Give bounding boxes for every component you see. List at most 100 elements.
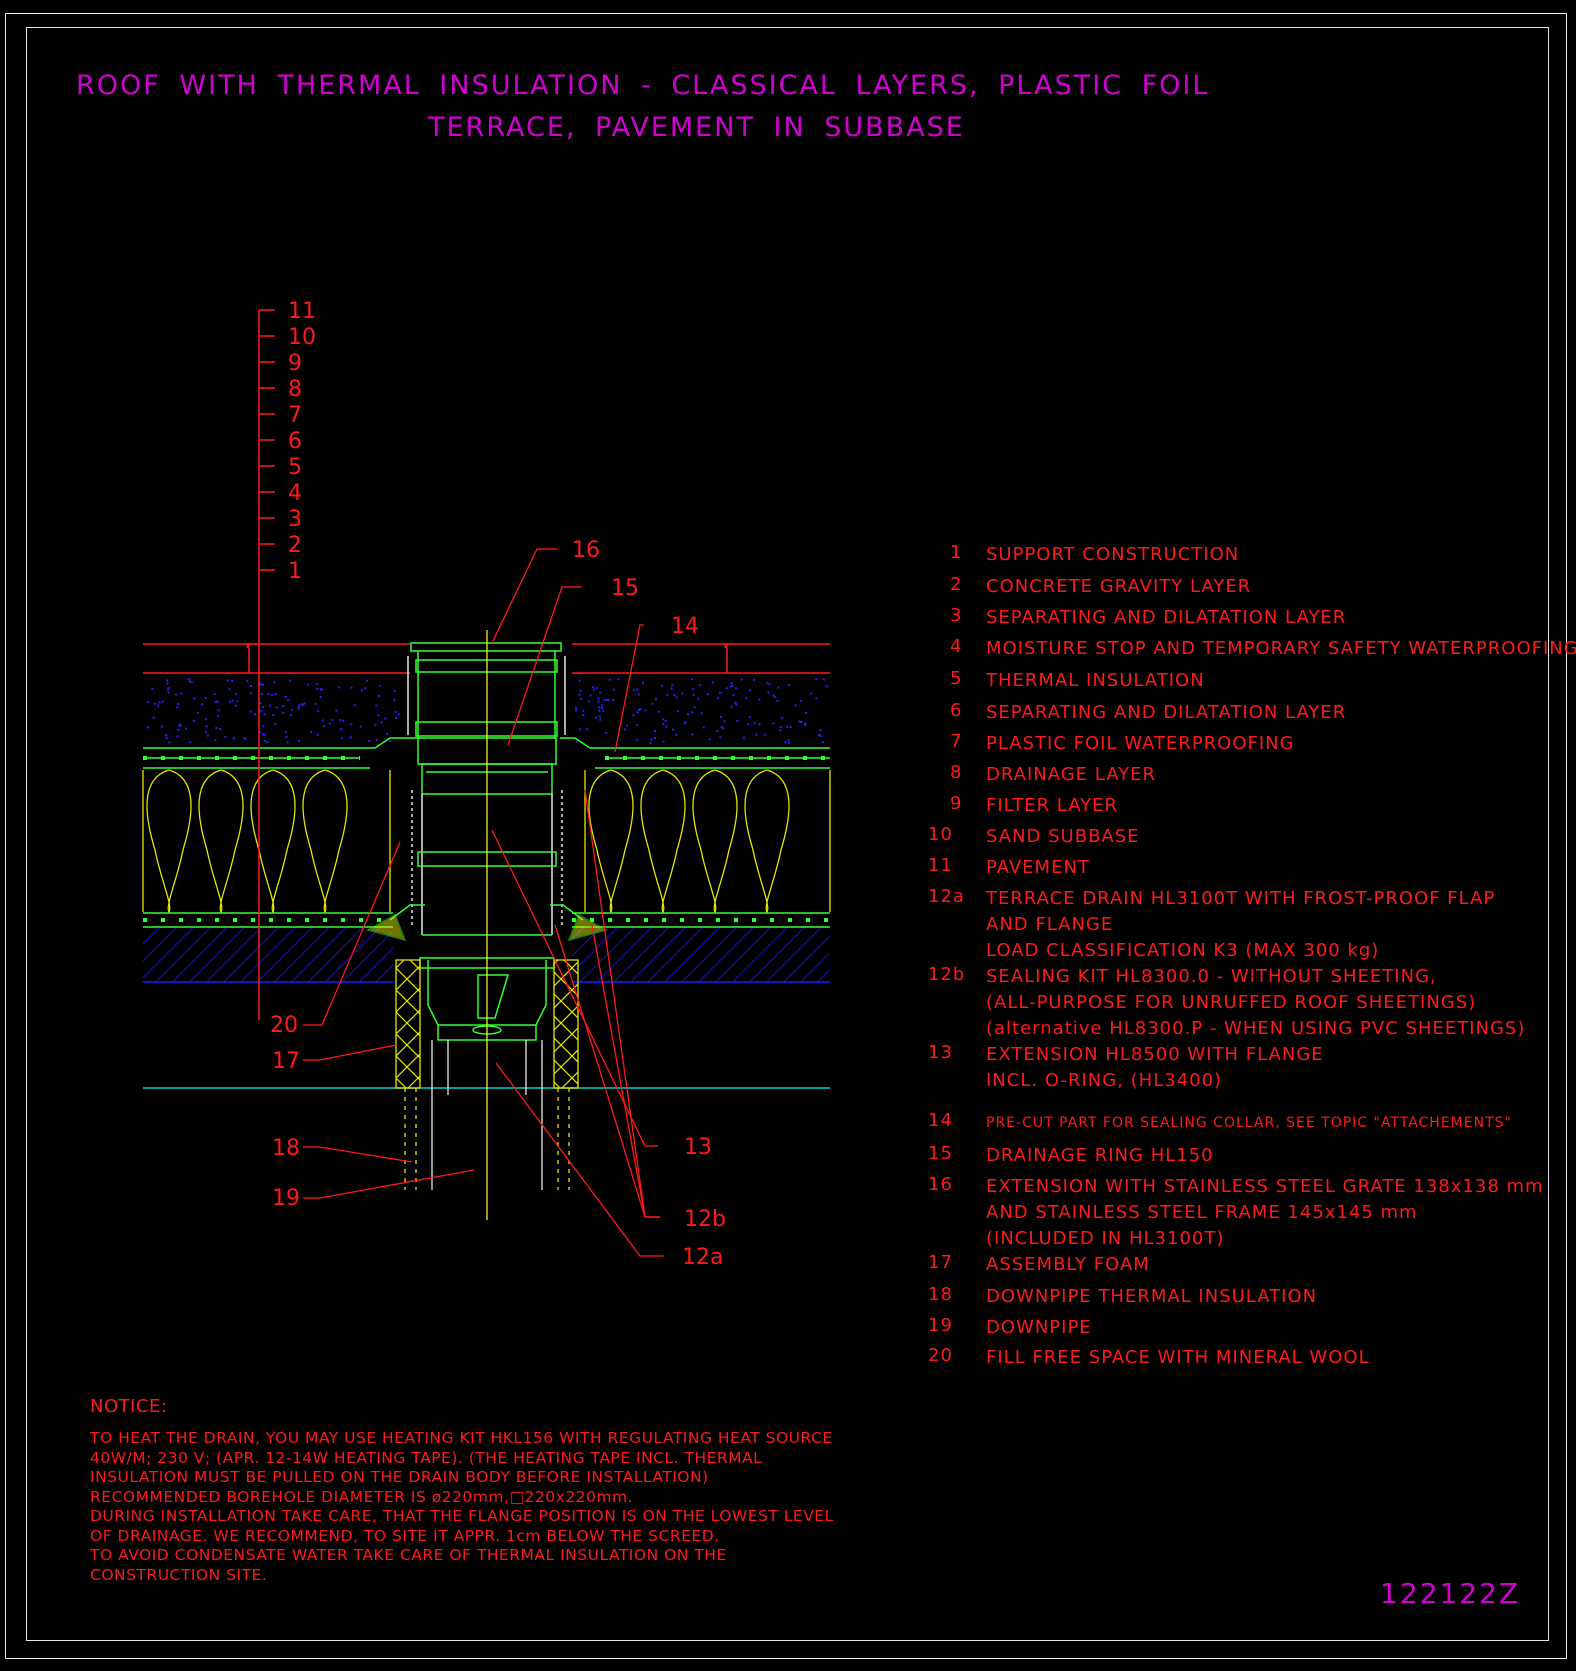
legend-number: 1 — [950, 542, 963, 563]
legend-line: SAND SUBBASE — [986, 826, 1140, 847]
legend-line: PAVEMENT — [986, 857, 1090, 878]
gravel-dot — [184, 727, 187, 730]
gravel-dot — [787, 741, 790, 744]
scale-label: 6 — [288, 429, 302, 454]
gravel-dot — [323, 725, 326, 728]
gravel-dot — [579, 728, 582, 731]
gravel-dot — [213, 693, 216, 696]
gravel-dot — [662, 740, 665, 743]
legend-number: 16 — [928, 1174, 953, 1195]
gravel-dot — [374, 724, 377, 727]
gravel-dot — [691, 711, 694, 714]
gravel-dot — [819, 735, 822, 738]
legend-number: 12a — [928, 886, 965, 907]
scale-label: 3 — [288, 507, 302, 532]
gravel-dot — [776, 699, 779, 702]
legend-line: DRAINAGE RING HL150 — [986, 1145, 1214, 1166]
gravel-dot — [272, 713, 275, 716]
gravel-dot — [366, 679, 369, 682]
gravel-dot — [673, 694, 676, 696]
gravel-dot — [624, 728, 627, 731]
legend-description: DRAINAGE RING HL150 — [986, 1143, 1214, 1169]
gravel-dot — [262, 725, 265, 728]
gravel-dot — [264, 739, 267, 742]
gravel-dot — [597, 700, 600, 703]
legend-number: 13 — [928, 1042, 953, 1063]
gravel-dot — [720, 726, 723, 729]
gravel-dot — [683, 722, 686, 725]
gravel-dot — [798, 720, 801, 723]
leader-lines — [303, 548, 664, 1257]
gravel-dot — [384, 717, 387, 720]
gravel-dot — [157, 704, 160, 707]
gravel-dot — [154, 702, 157, 705]
gravel-dot — [284, 731, 287, 734]
scale-label: 9 — [288, 351, 302, 376]
gravel-dot — [298, 704, 301, 707]
gravel-dot — [579, 689, 582, 692]
gravel-dot — [725, 687, 728, 690]
gravel-dot — [772, 722, 775, 725]
gravel-dot — [692, 694, 695, 697]
gravel-dot — [651, 702, 654, 705]
legend-line: PLASTIC FOIL WATERPROOFING — [986, 733, 1295, 754]
gravel-dot — [636, 688, 639, 691]
notice-line: 40W/M; 230 V; (APR. 12-14W HEATING TAPE)… — [90, 1448, 763, 1467]
gravel-dot — [599, 715, 601, 718]
gravel-dot — [735, 703, 738, 706]
gravel-dot — [189, 741, 192, 744]
gravel-dot — [601, 707, 604, 709]
gravel-dot — [165, 737, 168, 740]
gravel-dot — [787, 739, 790, 741]
gravel-dot — [657, 710, 660, 713]
gravel-dot — [585, 728, 588, 731]
gravel-dot — [740, 678, 743, 681]
gravel-dot — [394, 710, 397, 713]
gravel-dot — [331, 718, 334, 721]
gravel-dot — [730, 682, 733, 684]
gravel-dot — [731, 684, 734, 687]
gravel-dot — [165, 734, 168, 737]
gravel-dot — [612, 699, 615, 702]
legend-description: SEPARATING AND DILATATION LAYER — [986, 605, 1346, 631]
legend-description: FILTER LAYER — [986, 793, 1118, 819]
gravel-dot — [166, 679, 169, 682]
gravel-dot — [215, 727, 218, 730]
gravel-dot — [702, 726, 705, 729]
gravel-dot — [670, 687, 673, 690]
gravel-dot — [161, 700, 164, 703]
gravel-dot — [290, 709, 293, 712]
gravel-dot — [578, 679, 581, 682]
gravel-dot — [589, 694, 592, 697]
notice-line: TO AVOID CONDENSATE WATER TAKE CARE OF T… — [90, 1546, 727, 1564]
gravel-dot — [285, 736, 288, 738]
gravel-dot — [177, 703, 180, 705]
gravel-dot — [786, 725, 789, 728]
gravel-dot — [298, 739, 300, 742]
gravel-dot — [603, 699, 606, 701]
gravel-dot — [151, 687, 154, 690]
legend-number: 8 — [950, 762, 963, 783]
gravel-dot — [231, 699, 234, 702]
gravel-dot — [697, 697, 700, 700]
gravel-dot — [179, 723, 182, 726]
legend-line: FILL FREE SPACE WITH MINERAL WOOL — [986, 1347, 1370, 1368]
gravel-dot — [767, 691, 770, 694]
gravel-dot — [254, 713, 256, 716]
gravel-dot — [249, 710, 252, 713]
gravel-dot — [650, 738, 653, 741]
scale-label: 8 — [288, 377, 302, 402]
gravel-dot — [653, 737, 656, 739]
gravel-dot — [662, 723, 665, 725]
gravel-dot — [716, 730, 719, 733]
legend-description: SAND SUBBASE — [986, 824, 1140, 850]
gravel-dot — [730, 705, 733, 708]
legend-number: 7 — [950, 731, 963, 752]
legend-description: PAVEMENT — [986, 855, 1090, 881]
gravel-dot — [664, 720, 667, 723]
legend-line: (ALL-PURPOSE FOR UNRUFFED ROOF SHEETINGS… — [986, 992, 1477, 1013]
gravel-dot — [815, 678, 818, 681]
notice-line: OF DRAINAGE. WE RECOMMEND, TO SITE IT AP… — [90, 1526, 720, 1545]
gravel-dot — [229, 700, 232, 703]
legend-number: 2 — [950, 574, 963, 595]
